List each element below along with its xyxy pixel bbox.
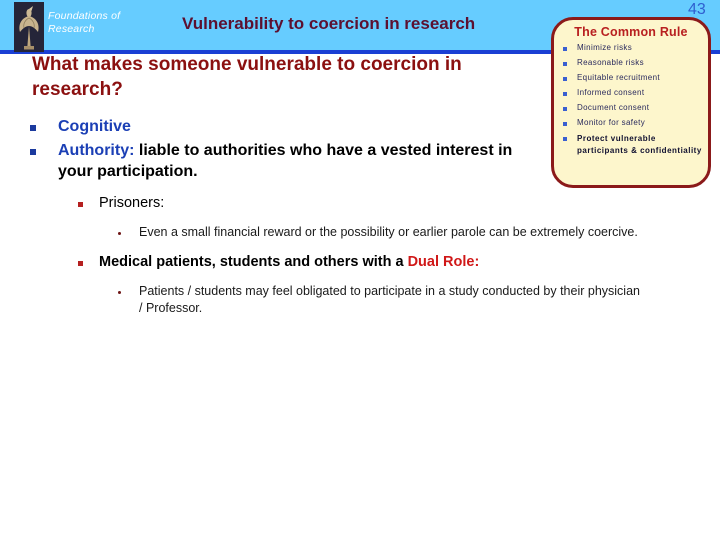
dual-role-detail-text: Patients / students may feel obligated t… xyxy=(139,284,640,315)
common-rule-title: The Common Rule xyxy=(574,25,688,39)
outline-item-dual-role: Medical patients, students and others wi… xyxy=(78,253,690,272)
outline-item-prisoners: Prisoners: xyxy=(78,194,690,213)
common-rule-item: Informed consent xyxy=(560,88,702,99)
prisoners-detail-text: Even a small financial reward or the pos… xyxy=(139,225,638,239)
body-heading: What makes someone vulnerable to coercio… xyxy=(32,54,462,100)
outline-item-cognitive: Cognitive xyxy=(30,116,690,137)
content-outline: Cognitive Authority: liable to authoriti… xyxy=(30,116,690,317)
common-rule-item: Reasonable risks xyxy=(560,58,702,69)
common-rule-item: Minimize risks xyxy=(560,43,702,54)
outline-item-prisoners-detail: Even a small financial reward or the pos… xyxy=(118,224,690,241)
common-rule-item: Equitable recruitment xyxy=(560,73,702,84)
common-rule-item-label: Minimize risks xyxy=(577,43,633,52)
square-bullet-icon xyxy=(563,77,567,81)
prisoners-label: Prisoners: xyxy=(99,195,165,211)
square-bullet-icon xyxy=(78,202,83,207)
statue-logo-icon xyxy=(14,2,44,52)
dual-role-lead-text: Medical patients, students and others wi… xyxy=(99,254,408,270)
common-rule-item-label: Equitable recruitment xyxy=(577,73,660,82)
round-bullet-icon xyxy=(118,291,121,294)
cognitive-label: Cognitive xyxy=(58,118,131,135)
brand-wordmark: Foundations of Research xyxy=(48,10,121,35)
square-bullet-icon xyxy=(563,47,567,51)
square-bullet-icon xyxy=(563,92,567,96)
authority-label: Authority: xyxy=(58,142,135,159)
outline-item-authority: Authority: liable to authorities who hav… xyxy=(30,140,690,182)
common-rule-item-label: Document consent xyxy=(577,103,650,112)
page-title: Vulnerability to coercion in research xyxy=(182,14,476,33)
square-bullet-icon xyxy=(78,261,83,266)
common-rule-item-label: Informed consent xyxy=(577,88,645,97)
dual-role-accent-text: Dual Role: xyxy=(407,254,480,270)
common-rule-item-label: Reasonable risks xyxy=(577,58,644,67)
square-bullet-icon xyxy=(563,62,567,66)
square-bullet-icon xyxy=(30,125,36,131)
common-rule-item: Document consent xyxy=(560,103,702,114)
round-bullet-icon xyxy=(118,232,121,235)
square-bullet-icon xyxy=(30,149,36,155)
square-bullet-icon xyxy=(563,107,567,111)
outline-item-dual-role-detail: Patients / students may feel obligated t… xyxy=(118,283,690,317)
